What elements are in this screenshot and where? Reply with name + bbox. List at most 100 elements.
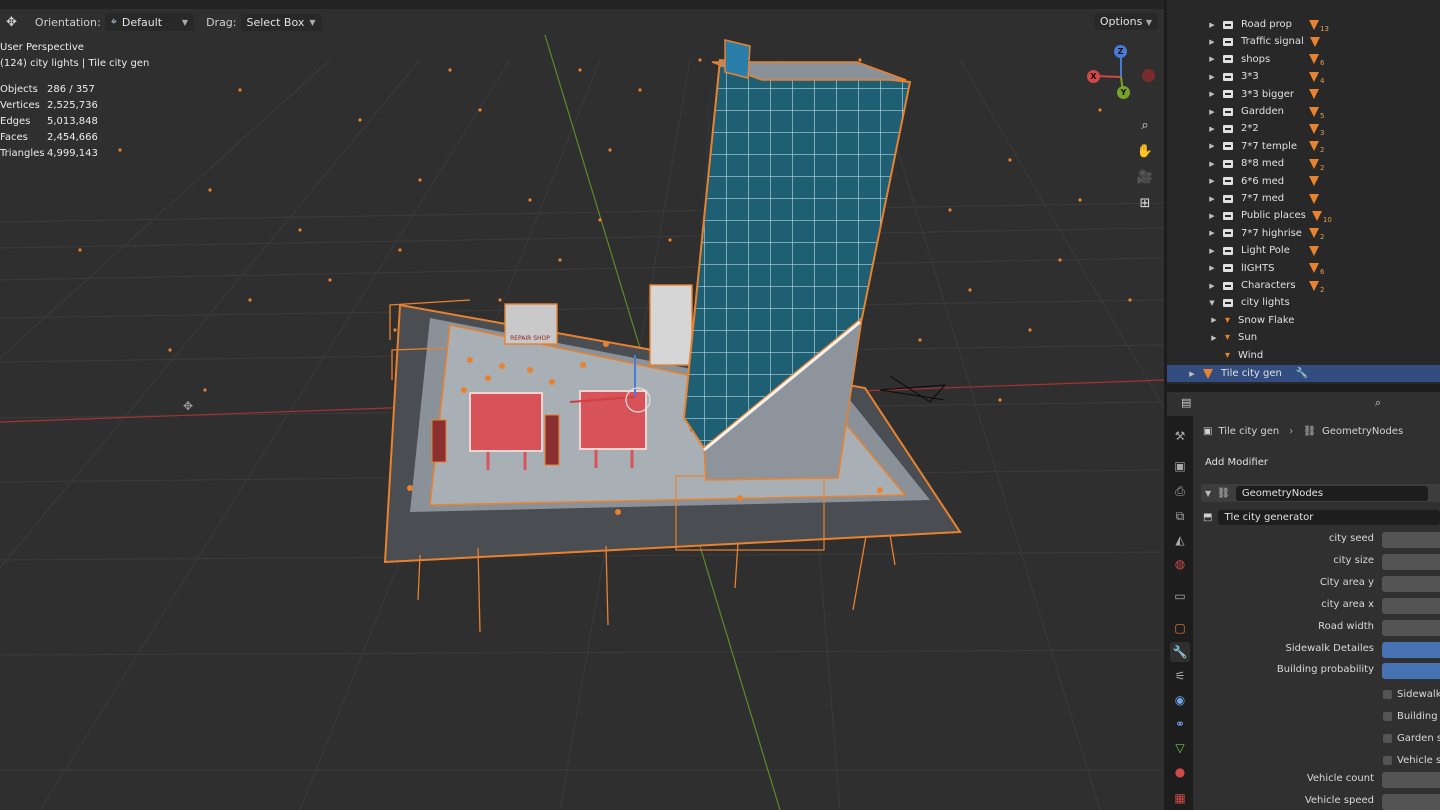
modifier-header[interactable]: ▼ ⛓ GeometryNodes (1201, 484, 1440, 502)
modifier-tab-icon[interactable]: 🔧 (1170, 642, 1190, 662)
expand-icon[interactable]: ▶ (1207, 21, 1217, 29)
checkbox-row[interactable]: Garden sw (1383, 730, 1440, 746)
child-count: 2 (1320, 146, 1325, 155)
outliner-item[interactable]: ▶ Characters 2 (1167, 277, 1440, 294)
expand-icon[interactable]: ▶ (1207, 229, 1217, 237)
checkbox[interactable] (1383, 689, 1392, 699)
outliner-item[interactable]: ▶ Public places 10 (1167, 207, 1440, 224)
collection-icon (1223, 229, 1233, 238)
outliner-item[interactable]: ▶ Gardden 5 (1167, 103, 1440, 120)
scene-tab-icon[interactable]: ◭ (1170, 530, 1190, 550)
options-dropdown[interactable]: Options ▼ (1093, 13, 1158, 30)
expand-icon[interactable]: ▼ (1207, 299, 1217, 307)
texture-tab-icon[interactable]: ▦ (1170, 788, 1190, 808)
input-field[interactable] (1382, 641, 1440, 658)
outliner-item[interactable]: ▶ Traffic signal (1167, 33, 1440, 50)
outliner-item[interactable]: ▶ 6*6 med (1167, 173, 1440, 190)
orientation-dropdown[interactable]: ⌖ Default ▼ (104, 13, 195, 31)
expand-icon[interactable]: ▶ (1207, 177, 1217, 185)
expand-icon[interactable]: ▶ (1209, 316, 1219, 324)
camera-icon[interactable]: 🎥 (1134, 166, 1156, 188)
material-tab-icon[interactable]: ● (1170, 762, 1190, 782)
expand-icon[interactable]: ▶ (1209, 334, 1219, 342)
outliner-item[interactable]: ▶ 7*7 highrise 2 (1167, 225, 1440, 242)
zoom-icon[interactable]: ⌕ (1134, 114, 1156, 136)
input-field[interactable] (1382, 663, 1440, 680)
wrench-icon[interactable]: 🔧 (1296, 368, 1308, 379)
outliner-item[interactable]: ▶ Light Pole (1167, 242, 1440, 259)
physics-tab-icon[interactable]: ◉ (1170, 690, 1190, 710)
expand-icon[interactable]: ▶ (1207, 125, 1217, 133)
outliner-item[interactable]: ▶ Road prop 13 (1167, 16, 1440, 33)
expand-icon[interactable]: ▶ (1187, 370, 1197, 378)
expand-icon[interactable]: ▶ (1207, 90, 1217, 98)
outliner-item[interactable]: ▶ ▾ Snow Flake (1167, 312, 1440, 329)
checkbox[interactable] (1383, 733, 1392, 743)
input-field[interactable] (1382, 597, 1440, 614)
expand-icon[interactable]: ▶ (1207, 247, 1217, 255)
outliner-item[interactable]: ▶ shops 6 (1167, 51, 1440, 68)
input-field[interactable] (1382, 532, 1440, 548)
search-icon[interactable]: ⌕ (1375, 396, 1381, 410)
outliner-item[interactable]: ▶ ▾ Sun (1167, 329, 1440, 346)
collection-tab-icon[interactable]: ▭ (1170, 586, 1190, 606)
grid-icon[interactable]: ⊞ (1134, 192, 1156, 214)
data-tab-icon[interactable]: ▽ (1170, 738, 1190, 758)
checkbox[interactable] (1383, 711, 1392, 721)
checkbox-row[interactable]: Building sw (1383, 708, 1440, 724)
input-field[interactable] (1382, 619, 1440, 636)
node-group-field[interactable]: Tle city generator (1218, 510, 1440, 525)
outliner-item[interactable]: ▶ 2*2 3 (1167, 120, 1440, 137)
gizmo-y[interactable]: Y (1117, 86, 1130, 99)
navigation-gizmo[interactable]: Z X Y (1085, 42, 1157, 106)
hand-icon[interactable]: ✋ (1134, 140, 1156, 162)
input-field[interactable] (1382, 772, 1440, 788)
expand-icon[interactable]: ▶ (1207, 160, 1217, 168)
outliner-item[interactable]: ▼ city lights (1167, 294, 1440, 311)
collapse-icon[interactable]: ▼ (1205, 489, 1211, 498)
gizmo-neg-x[interactable] (1142, 69, 1155, 82)
checkbox-row[interactable]: Vehicle sw (1383, 752, 1440, 768)
outliner-item-selected[interactable]: ▶ Tile city gen 🔧 (1167, 365, 1440, 382)
gizmo-x[interactable]: X (1087, 70, 1100, 83)
world-tab-icon[interactable]: ◍ (1170, 554, 1190, 574)
expand-icon[interactable]: ▶ (1207, 38, 1217, 46)
expand-icon[interactable]: ▶ (1207, 212, 1217, 220)
editor-type-icon[interactable]: ▤ (1181, 396, 1191, 409)
outliner-item[interactable]: ▾ Wind (1167, 347, 1440, 364)
render-tab-icon[interactable]: ▣ (1170, 456, 1190, 476)
outliner-item[interactable]: ▶ 8*8 med 2 (1167, 155, 1440, 172)
checkbox-row[interactable]: Sidewalk c (1383, 686, 1440, 702)
expand-icon[interactable]: ▶ (1207, 108, 1217, 116)
node-group-selector[interactable]: ⬒ Tle city generator (1203, 510, 1440, 525)
tool-tab-icon[interactable]: ⚒ (1170, 426, 1190, 446)
outliner-item[interactable]: ▶ 7*7 temple 2 (1167, 138, 1440, 155)
output-tab-icon[interactable]: ⎙ (1170, 481, 1190, 501)
checkbox[interactable] (1383, 755, 1392, 765)
object-tab-icon[interactable]: ▢ (1170, 618, 1190, 638)
add-modifier-button[interactable]: Add Modifier (1205, 457, 1268, 468)
expand-icon[interactable]: ▶ (1207, 55, 1217, 63)
modifier-name-field[interactable]: GeometryNodes (1235, 485, 1428, 501)
drag-dropdown[interactable]: Select Box ▼ (240, 13, 322, 31)
outliner-item[interactable]: ▶ 7*7 med (1167, 190, 1440, 207)
input-field[interactable] (1382, 794, 1440, 810)
outliner-item[interactable]: ▶ 3*3 bigger (1167, 86, 1440, 103)
expand-icon[interactable]: ▶ (1207, 142, 1217, 150)
3d-viewport[interactable]: REPAIR SHOP ✥ ✥ Orientation: ⌖ Default ▼… (0, 0, 1164, 810)
viewport-scene[interactable]: REPAIR SHOP ✥ (0, 0, 1164, 810)
outliner[interactable]: ▶ Tile city gen 🔧 ▶ Road prop 13 ▶ Traffic s… (1167, 0, 1440, 384)
view-layer-tab-icon[interactable]: ⧉ (1170, 506, 1190, 526)
expand-icon[interactable]: ▶ (1207, 282, 1217, 290)
transform-icon[interactable]: ✥ (6, 15, 17, 30)
expand-icon[interactable]: ▶ (1207, 195, 1217, 203)
expand-icon[interactable]: ▶ (1207, 73, 1217, 81)
gizmo-z[interactable]: Z (1114, 45, 1127, 58)
constraints-tab-icon[interactable]: ⚭ (1170, 714, 1190, 734)
expand-icon[interactable]: ▶ (1207, 264, 1217, 272)
outliner-item[interactable]: ▶ 3*3 4 (1167, 68, 1440, 85)
particles-tab-icon[interactable]: ⚟ (1170, 666, 1190, 686)
outliner-item[interactable]: ▶ lIGHTS 6 (1167, 260, 1440, 277)
input-field[interactable] (1382, 575, 1440, 592)
input-field[interactable] (1382, 553, 1440, 570)
